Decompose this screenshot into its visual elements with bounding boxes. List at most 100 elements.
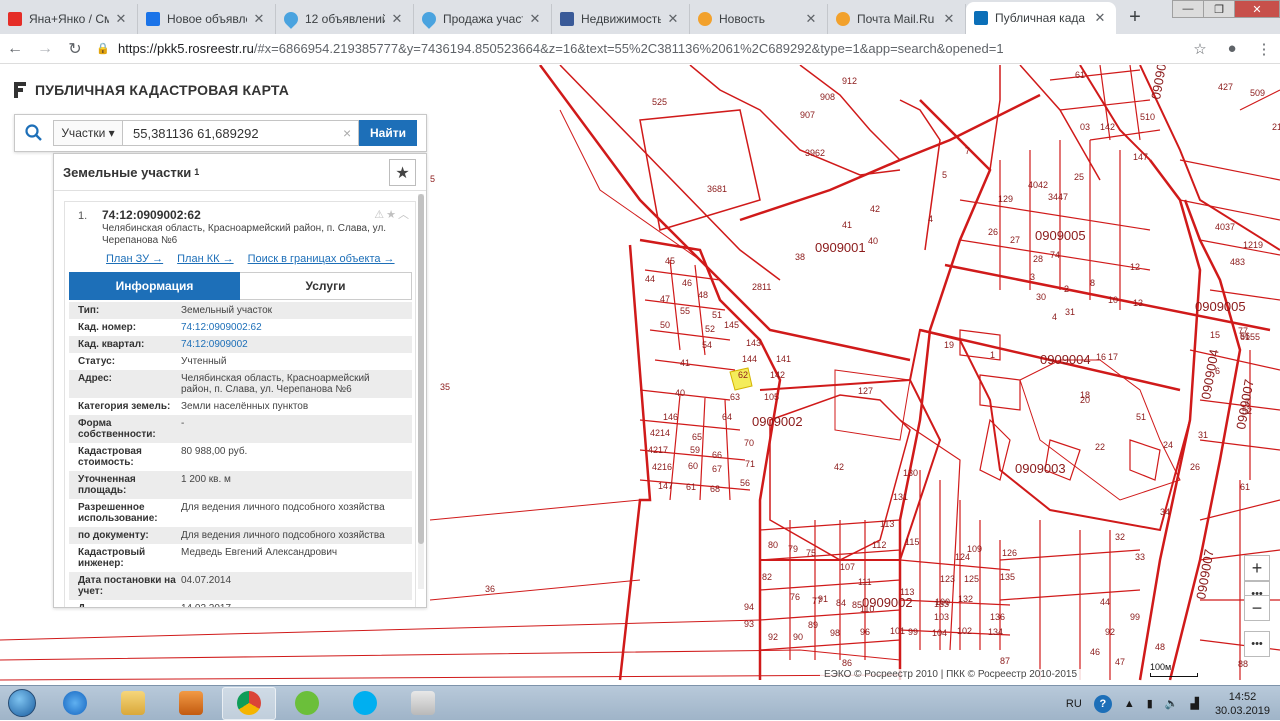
browser-tab-5[interactable]: Недвижимость ✕ xyxy=(552,4,690,34)
more-tools-button[interactable]: ••• xyxy=(1244,631,1270,657)
tab-close-icon[interactable]: ✕ xyxy=(113,11,129,27)
map-pin-icon xyxy=(419,9,439,29)
start-button[interactable] xyxy=(0,686,44,721)
parcel-label: 4 xyxy=(928,214,933,224)
browser-tab-6[interactable]: Новость ✕ xyxy=(690,4,828,34)
property-value[interactable]: 74:12:0909002 xyxy=(181,339,412,350)
property-row: Форма собственности: - xyxy=(69,415,412,443)
address-bar[interactable]: 🔒 https://pkk5.rosreestr.ru/#x=6866954.2… xyxy=(96,36,1184,62)
tab-close-icon[interactable]: ✕ xyxy=(389,11,405,27)
parcel-label: 44 xyxy=(1100,597,1110,607)
result-header[interactable]: 1. 74:12:0909002:62 xyxy=(65,202,415,222)
browser-tab-4[interactable]: Продажа участ ✕ xyxy=(414,4,552,34)
parcel-label: 1219 xyxy=(1243,240,1263,250)
tab-services[interactable]: Услуги xyxy=(240,272,412,300)
language-indicator[interactable]: RU xyxy=(1066,698,1082,710)
panel-scrollbar[interactable] xyxy=(418,194,424,589)
tab-close-icon[interactable]: ✕ xyxy=(251,11,267,27)
search-type-dropdown[interactable]: Участки ▾ xyxy=(53,120,123,146)
taskbar-utorrent[interactable] xyxy=(280,687,334,720)
browser-tab-2[interactable]: Новое объявлен ✕ xyxy=(138,4,276,34)
search-icon[interactable] xyxy=(15,124,53,142)
network-icon[interactable]: ▟ xyxy=(1190,697,1198,710)
parcel-label: 131 xyxy=(893,492,908,502)
map-pin-icon xyxy=(281,9,301,29)
browser-tab-7[interactable]: Почта Mail.Ru ✕ xyxy=(828,4,966,34)
tab-close-icon[interactable]: ✕ xyxy=(1092,10,1108,26)
parcel-label: 20 xyxy=(1080,395,1090,405)
tab-information[interactable]: Информация xyxy=(69,272,240,300)
plan-zu-link[interactable]: План ЗУ → xyxy=(106,253,163,265)
property-row: Д14.02.2017 xyxy=(69,600,412,607)
taskbar-media[interactable] xyxy=(164,687,218,720)
plan-kk-link[interactable]: План КК → xyxy=(177,253,233,265)
show-hidden-icons[interactable]: ▲ xyxy=(1124,698,1135,710)
parcel-label: 102 xyxy=(957,626,972,636)
lock-icon[interactable]: 🔒 xyxy=(96,42,112,55)
taskbar-explorer[interactable] xyxy=(106,687,160,720)
close-window-icon[interactable]: ✕ xyxy=(1234,0,1280,18)
menu-kebab-icon[interactable]: ⋮ xyxy=(1248,35,1280,63)
zoom-out-button[interactable]: − xyxy=(1244,595,1270,621)
parcel-label: 6 xyxy=(1215,366,1220,376)
battery-icon[interactable]: ▮ xyxy=(1147,697,1153,710)
back-button[interactable]: ← xyxy=(0,35,30,63)
app-logo[interactable]: ПУБЛИЧНАЯ КАДАСТРОВАЯ КАРТА xyxy=(14,82,289,98)
browser-tab-1[interactable]: Яна+Янко / Сме ✕ xyxy=(0,4,138,34)
tab-close-icon[interactable]: ✕ xyxy=(941,11,957,27)
clock[interactable]: 14:52 30.03.2019 xyxy=(1215,690,1270,718)
result-cadastral-number[interactable]: 74:12:0909002:62 xyxy=(102,208,201,222)
tab-close-icon[interactable]: ✕ xyxy=(665,11,681,27)
parcel-label: 101 xyxy=(890,626,905,636)
taskbar-skype[interactable] xyxy=(338,687,392,720)
property-row: Кадастровая стоимость: 80 988,00 руб. xyxy=(69,443,412,471)
taskbar-chrome[interactable] xyxy=(222,686,276,720)
browser-tab-8[interactable]: Публичная када ✕ xyxy=(966,2,1116,34)
parcel-label: 60 xyxy=(688,461,698,471)
parcel-label: 113 xyxy=(880,519,894,529)
maximize-icon[interactable]: ❐ xyxy=(1203,0,1235,18)
favorite-star-button[interactable]: ★ xyxy=(389,159,416,186)
forward-button[interactable]: → xyxy=(30,35,60,63)
parcel-label: 74 xyxy=(1050,250,1060,260)
property-label: Уточненная площадь: xyxy=(78,474,136,496)
parcel-label: 30 xyxy=(1036,292,1046,302)
parcel-label: 44 xyxy=(645,274,655,284)
search-input[interactable] xyxy=(123,120,359,146)
volume-icon[interactable]: 🔈 xyxy=(1165,697,1179,710)
parcel-label: 70 xyxy=(744,438,754,448)
scrollbar-thumb[interactable] xyxy=(418,194,424,544)
property-value: Челябинская область, Красноармейский рай… xyxy=(181,373,370,395)
parcel-label: 28 xyxy=(1033,254,1043,264)
parcel-label: 88 xyxy=(1238,659,1248,669)
collapse-chevron-icon[interactable]: ︿ xyxy=(398,209,411,221)
search-in-bounds-link[interactable]: Поиск в границах объекта → xyxy=(248,253,395,265)
find-button[interactable]: Найти xyxy=(359,120,417,146)
parcel-label: 46 xyxy=(1090,647,1100,657)
reload-button[interactable]: ↻ xyxy=(60,35,90,63)
taskbar-app[interactable] xyxy=(396,687,450,720)
property-row: Кад. номер: 74:12:0909002:62 xyxy=(69,319,412,336)
property-value: - xyxy=(181,418,185,429)
zoom-in-button[interactable]: + xyxy=(1244,555,1270,581)
bookmark-star-icon[interactable]: ☆ xyxy=(1184,35,1216,63)
taskbar-ie[interactable] xyxy=(48,687,102,720)
property-value: 14.02.2017 xyxy=(181,603,412,607)
star-icon[interactable]: ★ xyxy=(386,209,398,221)
new-tab-button[interactable]: + xyxy=(1120,2,1150,32)
browser-tab-3[interactable]: 12 объявлений ✕ xyxy=(276,4,414,34)
parcel-label: 80 xyxy=(768,540,778,550)
clear-icon[interactable]: × xyxy=(343,125,351,141)
account-icon[interactable]: ● xyxy=(1216,35,1248,63)
minimize-icon[interactable]: — xyxy=(1172,0,1204,18)
parcel-label: 142 xyxy=(770,370,785,380)
tab-label: Новость xyxy=(719,12,766,26)
tab-close-icon[interactable]: ✕ xyxy=(803,11,819,27)
tab-close-icon[interactable]: ✕ xyxy=(527,11,543,27)
property-value[interactable]: 74:12:0909002:62 xyxy=(181,322,412,333)
parcel-label: 64 xyxy=(722,412,732,422)
help-icon[interactable]: ? xyxy=(1093,694,1112,713)
warning-icon[interactable]: ⚠ xyxy=(374,209,386,221)
at-icon xyxy=(698,12,712,26)
parcel-label: 56 xyxy=(740,478,750,488)
